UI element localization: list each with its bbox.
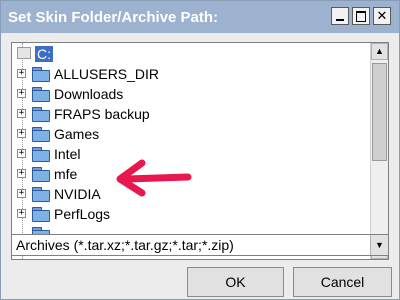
- folder-icon: [32, 167, 50, 182]
- minimize-button[interactable]: [331, 7, 349, 25]
- tree-root-label: C:: [35, 46, 53, 62]
- maximize-icon: [356, 11, 366, 22]
- tree-item-label: mfe: [54, 166, 78, 182]
- expand-icon[interactable]: +: [17, 129, 26, 138]
- chevron-down-icon[interactable]: ▼: [370, 235, 388, 255]
- close-button[interactable]: ✕: [373, 7, 391, 25]
- folder-icon: [32, 87, 50, 102]
- expand-icon[interactable]: +: [17, 209, 26, 218]
- tree-item-label: Games: [54, 126, 100, 142]
- expand-icon[interactable]: +: [17, 169, 26, 178]
- tree-item-games[interactable]: + Games: [12, 124, 370, 144]
- scroll-thumb[interactable]: [372, 63, 387, 161]
- tree-item-label: NVIDIA: [54, 186, 101, 202]
- expand-icon[interactable]: +: [17, 69, 26, 78]
- folder-icon: [32, 107, 50, 122]
- vertical-scrollbar[interactable]: ▲ ▼: [370, 43, 388, 259]
- file-type-filter-value: Archives (*.tar.xz;*.tar.gz;*.tar;*.zip): [16, 237, 234, 253]
- expand-icon[interactable]: +: [17, 189, 26, 198]
- dialog-window: Set Skin Folder/Archive Path: ✕ C: + ALL…: [0, 0, 400, 300]
- folder-icon: [32, 187, 50, 202]
- folder-icon: [32, 207, 50, 222]
- tree-item-fraps-backup[interactable]: + FRAPS backup: [12, 104, 370, 124]
- minimize-icon: [336, 19, 344, 21]
- tree-item-perflogs[interactable]: + PerfLogs: [12, 204, 370, 224]
- tree-item-label: Intel: [54, 146, 81, 162]
- tree-item-label: FRAPS backup: [54, 106, 150, 122]
- tree-item-allusers-dir[interactable]: + ALLUSERS_DIR: [12, 64, 370, 84]
- window-title: Set Skin Folder/Archive Path:: [8, 9, 219, 26]
- cancel-button[interactable]: Cancel: [293, 267, 392, 297]
- folder-tree[interactable]: C: + ALLUSERS_DIR + Downloads + FRAPS ba…: [11, 42, 389, 260]
- maximize-button[interactable]: [352, 7, 370, 25]
- folder-icon: [32, 67, 50, 82]
- expand-icon[interactable]: +: [17, 149, 26, 158]
- title-bar[interactable]: Set Skin Folder/Archive Path: ✕: [1, 1, 399, 33]
- folder-tree-rows: C: + ALLUSERS_DIR + Downloads + FRAPS ba…: [12, 43, 370, 259]
- folder-icon: [32, 147, 50, 162]
- scroll-up-button[interactable]: ▲: [371, 43, 388, 60]
- file-type-filter[interactable]: Archives (*.tar.xz;*.tar.gz;*.tar;*.zip)…: [11, 234, 389, 256]
- annotation-arrow-icon: [116, 159, 192, 197]
- folder-icon: [32, 127, 50, 142]
- ok-button[interactable]: OK: [187, 267, 284, 297]
- tree-root-row[interactable]: C:: [12, 44, 370, 64]
- tree-item-label: ALLUSERS_DIR: [54, 66, 160, 82]
- tree-item-label: Downloads: [54, 86, 124, 102]
- close-icon: ✕: [376, 8, 388, 23]
- expand-icon[interactable]: +: [17, 89, 26, 98]
- dialog-client-area: C: + ALLUSERS_DIR + Downloads + FRAPS ba…: [2, 33, 398, 299]
- drive-icon: [17, 47, 31, 59]
- tree-item-label: PerfLogs: [54, 206, 111, 222]
- tree-item-downloads[interactable]: + Downloads: [12, 84, 370, 104]
- expand-icon[interactable]: +: [17, 109, 26, 118]
